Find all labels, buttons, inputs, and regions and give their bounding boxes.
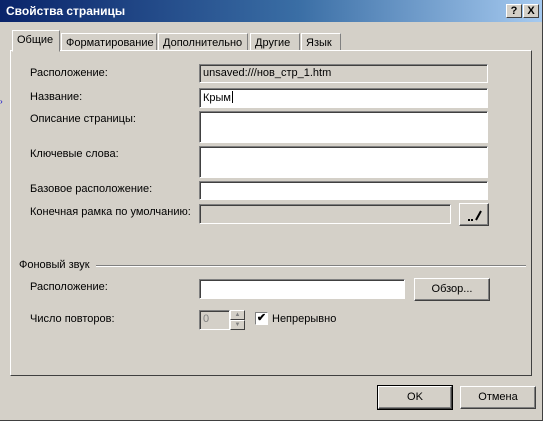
text-caret — [232, 91, 233, 103]
page-properties-dialog: Свойства страницы ? X Общие Форматирован… — [0, 0, 543, 421]
tab-general[interactable]: Общие — [12, 30, 60, 52]
location-field: unsaved:///нов_стр_1.htm — [199, 64, 488, 83]
spin-down-icon[interactable]: ▼ — [230, 320, 245, 330]
keywords-input[interactable] — [199, 146, 488, 178]
default-frame-label: Конечная рамка по умолчанию: — [30, 206, 191, 218]
description-input[interactable] — [199, 111, 488, 143]
pencil-icon — [467, 209, 483, 225]
background-sound-group-label: Фоновый звук — [19, 259, 90, 271]
browse-button[interactable]: Обзор... — [414, 278, 490, 301]
ok-button[interactable]: OK — [377, 385, 453, 410]
window-title: Свойства страницы — [6, 4, 126, 18]
cancel-button[interactable]: Отмена — [460, 386, 536, 409]
title-label: Название: — [30, 91, 83, 103]
base-location-input[interactable] — [199, 181, 488, 200]
repeat-count-label: Число повторов: — [30, 313, 115, 325]
location-label: Расположение: — [30, 67, 108, 79]
continuous-checkbox[interactable]: ✔ — [255, 312, 268, 325]
repeat-count-spinner[interactable]: ▲ ▼ — [230, 310, 245, 330]
sound-location-label: Расположение: — [30, 281, 108, 293]
background-artifact-icon: › — [0, 97, 3, 106]
title-input-value: Крым — [203, 92, 231, 104]
title-bar: Свойства страницы ? X — [0, 0, 542, 22]
keywords-label: Ключевые слова: — [30, 148, 119, 160]
description-label: Описание страницы: — [30, 113, 136, 125]
close-button[interactable]: X — [523, 4, 539, 18]
default-frame-field — [199, 204, 451, 224]
continuous-label: Непрерывно — [272, 313, 337, 325]
base-location-label: Базовое расположение: — [30, 183, 153, 195]
edit-frame-button[interactable] — [459, 203, 489, 226]
group-divider — [96, 265, 526, 267]
repeat-count-input[interactable]: 0 — [199, 310, 230, 330]
sound-location-input[interactable] — [199, 279, 405, 299]
help-button[interactable]: ? — [506, 4, 522, 18]
spin-up-icon[interactable]: ▲ — [230, 310, 245, 320]
title-input[interactable]: Крым — [199, 88, 488, 108]
